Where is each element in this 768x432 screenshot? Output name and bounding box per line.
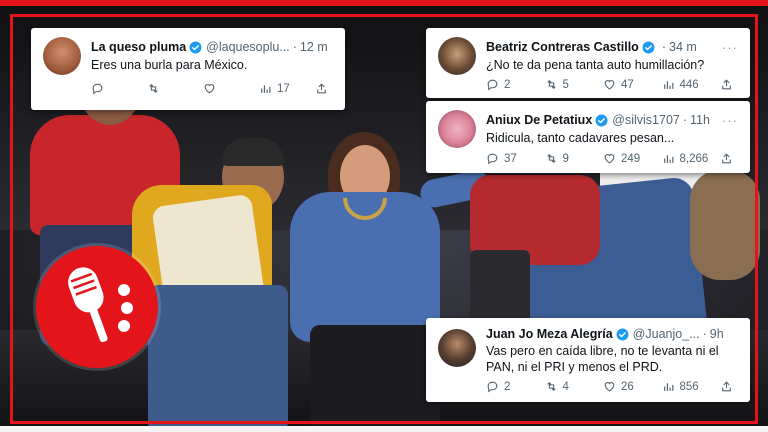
share-icon: [317, 83, 326, 94]
views-button[interactable]: 17: [259, 82, 315, 95]
person-right-hair: [690, 170, 760, 280]
like-count: 47: [621, 78, 634, 91]
like-button[interactable]: 47: [603, 78, 662, 91]
verified-badge-icon: [642, 41, 655, 53]
bottom-accent-band: [0, 426, 768, 432]
user-handle[interactable]: @silvis1707: [612, 113, 680, 127]
tweet-text: Ridicula, tanto cadavares pesan...: [486, 130, 675, 145]
avatar[interactable]: [43, 37, 81, 75]
timestamp[interactable]: 9h: [710, 327, 724, 341]
retweet-button[interactable]: 4: [545, 380, 604, 393]
retweet-icon: [546, 382, 556, 391]
heart-icon: [604, 154, 615, 164]
views-button[interactable]: 856: [662, 380, 721, 393]
reply-count: 37: [504, 152, 517, 165]
user-name[interactable]: Juan Jo Meza Alegría: [486, 327, 613, 341]
avatar[interactable]: [438, 329, 476, 367]
heart-icon: [604, 80, 615, 90]
retweet-icon: [546, 154, 556, 163]
share-button[interactable]: [720, 380, 738, 393]
reply-count: 2: [504, 78, 511, 91]
user-handle[interactable]: @Juanjo_...: [633, 327, 700, 341]
retweet-icon: [546, 80, 556, 89]
tweet-card[interactable]: La queso pluma @laquesoplu... · 12 m ···…: [31, 28, 345, 110]
retweet-count: 4: [562, 380, 569, 393]
retweet-button[interactable]: 5: [545, 78, 604, 91]
microphone-icon: [68, 267, 133, 343]
views-count: 856: [679, 380, 699, 393]
like-button[interactable]: [203, 82, 259, 95]
person-blue-dress-skirt: [310, 325, 440, 432]
views-icon: [663, 383, 673, 391]
reply-icon: [487, 153, 498, 165]
separator-dot: ·: [682, 113, 688, 127]
views-icon: [663, 81, 673, 89]
tweet-card[interactable]: Beatriz Contreras Castillo · 34 m ··· ¿N…: [426, 28, 750, 98]
reply-icon: [487, 381, 498, 393]
retweet-icon: [149, 84, 158, 93]
like-button[interactable]: 26: [603, 380, 662, 393]
verified-badge-icon: [595, 114, 608, 126]
like-count: 26: [621, 380, 634, 393]
more-options-icon[interactable]: ···: [716, 113, 738, 128]
reply-button[interactable]: [91, 82, 147, 95]
tweet-text: Eres una burla para México.: [91, 57, 248, 72]
views-count: 446: [679, 78, 699, 91]
share-button[interactable]: [720, 78, 738, 91]
views-count: 17: [277, 82, 290, 95]
verified-badge-icon: [616, 328, 629, 340]
retweet-count: 9: [562, 152, 569, 165]
share-button[interactable]: [720, 152, 738, 165]
share-icon: [722, 381, 731, 392]
tweet-card[interactable]: Aniux De Petatiux @silvis1707 · 11h ··· …: [426, 101, 750, 173]
person-yellow-vest-hair: [222, 138, 284, 166]
separator-dot: ·: [292, 40, 297, 54]
avatar[interactable]: [438, 110, 476, 148]
microphone-logo: [36, 246, 158, 368]
retweet-count: 5: [562, 78, 569, 91]
user-name[interactable]: Beatriz Contreras Castillo: [486, 40, 639, 54]
retweet-button[interactable]: [147, 82, 203, 95]
retweet-button[interactable]: 9: [545, 152, 604, 165]
share-icon: [722, 153, 731, 164]
reply-icon: [92, 83, 103, 95]
separator-dot: ·: [702, 327, 707, 341]
timestamp[interactable]: 11h: [690, 113, 710, 127]
like-count: 249: [621, 152, 641, 165]
heart-icon: [204, 84, 215, 94]
top-accent-band: [0, 0, 768, 6]
user-name[interactable]: Aniux De Petatiux: [486, 113, 592, 127]
views-icon: [663, 155, 673, 163]
share-button[interactable]: [315, 82, 333, 95]
views-button[interactable]: 8,266: [662, 152, 721, 165]
user-name[interactable]: La queso pluma: [91, 40, 186, 54]
more-options-icon[interactable]: ···: [328, 40, 333, 55]
share-icon: [722, 79, 731, 90]
timestamp[interactable]: 34 m: [669, 40, 697, 54]
reply-button[interactable]: 2: [486, 380, 545, 393]
more-options-icon[interactable]: ···: [716, 40, 738, 55]
reply-button[interactable]: 37: [486, 152, 545, 165]
user-handle[interactable]: @laquesoplu...: [206, 40, 290, 54]
views-count: 8,266: [679, 152, 709, 165]
separator-dot: ·: [661, 40, 666, 54]
views-button[interactable]: 446: [662, 78, 721, 91]
tweet-card[interactable]: Juan Jo Meza Alegría @Juanjo_... · 9h Va…: [426, 318, 750, 402]
reply-icon: [487, 79, 498, 91]
tweet-text: ¿No te da pena tanta auto humillación?: [486, 57, 705, 72]
timestamp[interactable]: 12 m: [300, 40, 328, 54]
avatar[interactable]: [438, 37, 476, 75]
tweet-text: Vas pero en caída libre, no te levanta n…: [486, 344, 719, 374]
reply-button[interactable]: 2: [486, 78, 545, 91]
person-yellow-vest-legs: [148, 285, 288, 432]
views-icon: [261, 85, 271, 93]
reply-count: 2: [504, 380, 511, 393]
verified-badge-icon: [189, 41, 202, 53]
like-button[interactable]: 249: [603, 152, 662, 165]
heart-icon: [604, 382, 615, 392]
